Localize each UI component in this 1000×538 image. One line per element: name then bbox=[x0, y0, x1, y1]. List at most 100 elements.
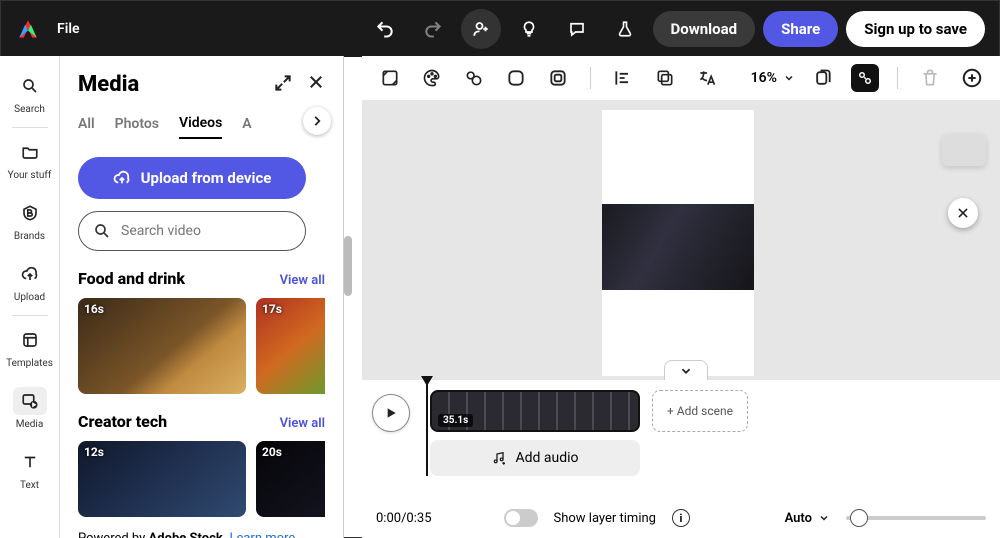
artboard[interactable] bbox=[602, 110, 754, 376]
close-icon[interactable] bbox=[307, 73, 325, 97]
left-rail: Search Your stuff Brands Upload Template… bbox=[0, 56, 60, 538]
rail-label: Brands bbox=[14, 231, 45, 242]
zoom-mode-selector[interactable]: Auto bbox=[785, 511, 830, 526]
effects-icon[interactable] bbox=[460, 64, 488, 92]
text-icon bbox=[21, 453, 39, 471]
magic-icon[interactable] bbox=[851, 64, 879, 92]
folder-icon bbox=[21, 143, 39, 161]
comment-icon[interactable] bbox=[557, 9, 597, 49]
tab-audio[interactable]: A bbox=[242, 116, 251, 138]
signup-button[interactable]: Sign up to save bbox=[846, 11, 985, 47]
video-frame[interactable] bbox=[602, 204, 754, 290]
rail-text[interactable]: Text bbox=[2, 440, 58, 501]
crop-icon[interactable] bbox=[376, 64, 404, 92]
invite-icon[interactable] bbox=[461, 9, 501, 49]
canvas-toolbar: 16% bbox=[362, 56, 1000, 100]
video-thumbnail[interactable]: 20s bbox=[256, 441, 325, 517]
tab-videos[interactable]: Videos bbox=[179, 115, 222, 139]
rail-label: Text bbox=[20, 480, 39, 491]
stage[interactable] bbox=[362, 100, 1000, 380]
redo-icon[interactable] bbox=[413, 9, 453, 49]
duplicate-icon[interactable] bbox=[809, 64, 837, 92]
tabs-scroll-right[interactable] bbox=[303, 107, 331, 135]
add-audio-button[interactable]: Add audio bbox=[430, 440, 640, 476]
layer-timing-label: Show layer timing bbox=[554, 511, 656, 526]
powered-by: Powered by Adobe Stock. Learn more. bbox=[78, 531, 325, 538]
media-panel: Media All Photos Videos A Upload from de… bbox=[60, 56, 344, 538]
brand-icon bbox=[21, 204, 39, 222]
rail-label: Upload bbox=[14, 292, 45, 303]
time-label: 0:00/0:35 bbox=[376, 511, 432, 526]
chevron-right-icon bbox=[310, 114, 324, 128]
section-title: Creator tech bbox=[78, 412, 167, 431]
video-thumbnail[interactable]: 17s bbox=[256, 298, 325, 394]
upload-button-label: Upload from device bbox=[141, 169, 272, 187]
thumb-duration: 16s bbox=[84, 302, 104, 316]
video-clip[interactable]: 35.1s bbox=[430, 390, 640, 432]
top-bar: File Download Share Sign up to save bbox=[1, 1, 999, 57]
rail-templates[interactable]: Templates bbox=[2, 318, 58, 379]
panel-resize-handle[interactable] bbox=[344, 236, 352, 296]
video-thumbnail[interactable]: 16s bbox=[78, 298, 246, 394]
rail-upload[interactable]: Upload bbox=[2, 252, 58, 313]
info-icon[interactable]: i bbox=[672, 509, 690, 527]
cloud-upload-icon bbox=[21, 265, 39, 283]
search-video-field[interactable] bbox=[78, 211, 306, 251]
music-plus-icon bbox=[491, 450, 507, 466]
chevron-down-icon bbox=[783, 72, 795, 84]
rail-media[interactable]: Media bbox=[2, 379, 58, 440]
rail-label: Search bbox=[14, 104, 45, 115]
zoom-selector[interactable]: 16% bbox=[751, 70, 795, 86]
thumb-duration: 17s bbox=[262, 302, 282, 316]
translate-icon[interactable] bbox=[693, 64, 721, 92]
slider-thumb[interactable] bbox=[850, 509, 868, 527]
rail-search[interactable]: Search bbox=[2, 64, 58, 125]
media-tabs: All Photos Videos A bbox=[78, 115, 325, 139]
view-all-link[interactable]: View all bbox=[280, 416, 325, 431]
play-button[interactable] bbox=[372, 394, 410, 432]
shape-double-icon[interactable] bbox=[544, 64, 572, 92]
timeline-collapse[interactable] bbox=[664, 360, 708, 380]
video-thumbnail[interactable]: 12s bbox=[78, 441, 246, 517]
timeline-footer: 0:00/0:35 Show layer timing i Auto bbox=[362, 498, 1000, 538]
upload-from-device-button[interactable]: Upload from device bbox=[78, 157, 306, 199]
rail-yourstuff[interactable]: Your stuff bbox=[2, 130, 58, 191]
templates-icon bbox=[21, 331, 39, 349]
trash-icon[interactable] bbox=[916, 64, 944, 92]
canvas-area: 16% 35.1s + Add scene Add audio bbox=[362, 56, 1000, 538]
tab-photos[interactable]: Photos bbox=[115, 116, 159, 138]
beaker-icon[interactable] bbox=[605, 9, 645, 49]
download-button[interactable]: Download bbox=[653, 11, 756, 47]
search-input[interactable] bbox=[121, 223, 291, 239]
add-audio-label: Add audio bbox=[515, 450, 578, 466]
section-title: Food and drink bbox=[78, 269, 185, 288]
lightbulb-icon[interactable] bbox=[509, 9, 549, 49]
page-thumbnail[interactable] bbox=[942, 134, 986, 166]
layer-timing-toggle[interactable] bbox=[504, 509, 538, 527]
undo-icon[interactable] bbox=[365, 9, 405, 49]
rail-brands[interactable]: Brands bbox=[2, 191, 58, 252]
layers-icon[interactable] bbox=[651, 64, 679, 92]
timeline: 35.1s + Add scene Add audio 0:00/0:35 Sh… bbox=[362, 380, 1000, 538]
file-menu[interactable]: File bbox=[57, 21, 80, 37]
align-icon[interactable] bbox=[609, 64, 637, 92]
app-logo bbox=[15, 16, 41, 42]
close-float-button[interactable] bbox=[948, 198, 978, 228]
view-all-link[interactable]: View all bbox=[280, 273, 325, 288]
add-circle-icon[interactable] bbox=[958, 64, 986, 92]
palette-icon[interactable] bbox=[418, 64, 446, 92]
share-button[interactable]: Share bbox=[763, 11, 838, 47]
search-icon bbox=[93, 222, 111, 240]
tab-all[interactable]: All bbox=[78, 116, 95, 138]
search-icon bbox=[21, 77, 39, 95]
expand-icon[interactable] bbox=[273, 73, 293, 97]
rail-label: Templates bbox=[6, 358, 53, 369]
playhead[interactable] bbox=[426, 382, 428, 476]
shape-square-icon[interactable] bbox=[502, 64, 530, 92]
thumb-duration: 20s bbox=[262, 445, 282, 459]
zoom-value: 16% bbox=[751, 70, 777, 86]
add-scene-button[interactable]: + Add scene bbox=[652, 390, 748, 432]
close-icon bbox=[956, 206, 970, 220]
timeline-zoom-slider[interactable] bbox=[846, 516, 986, 520]
learn-more-link[interactable]: Learn more. bbox=[229, 531, 298, 538]
